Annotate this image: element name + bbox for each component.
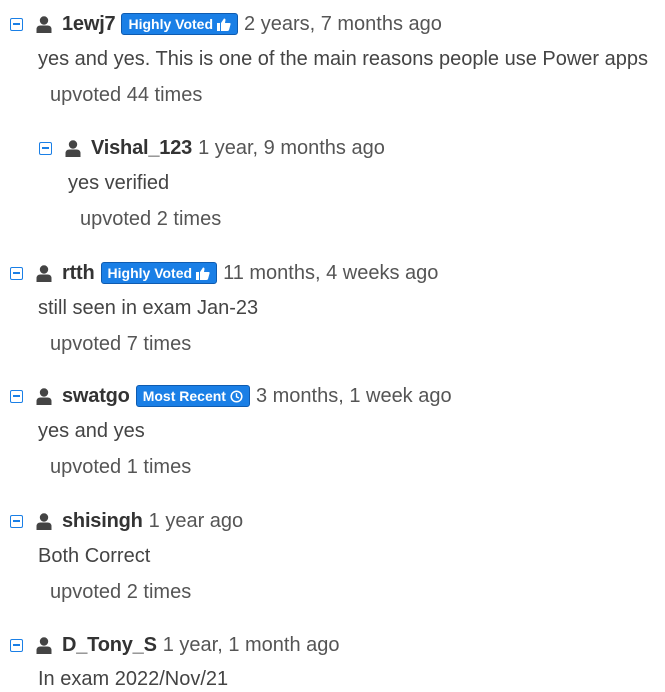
- comment-header: Vishal_123 1 year, 9 months ago: [39, 135, 385, 161]
- upvote-count: upvoted 1 times: [50, 456, 192, 478]
- user-icon: [36, 264, 52, 282]
- user-icon: [65, 139, 81, 157]
- comment-text: Both Correct: [38, 545, 151, 567]
- collapse-toggle-icon[interactable]: [10, 389, 23, 403]
- thumbs-up-icon: [217, 18, 231, 31]
- timestamp: 1 year, 1 month ago: [162, 633, 340, 656]
- comment-header: rtth Highly Voted 11 months, 4 weeks ago: [10, 260, 438, 286]
- username[interactable]: rtth: [62, 262, 95, 285]
- timestamp: 11 months, 4 weeks ago: [223, 261, 439, 284]
- comment: D_Tony_S 1 year, 1 month ago In exam 202…: [10, 632, 340, 692]
- timestamp: 3 months, 1 week ago: [255, 384, 452, 407]
- comment: 1ewj7 Highly Voted 2 years, 7 months ago…: [10, 11, 648, 108]
- comment-header: D_Tony_S 1 year, 1 month ago: [10, 632, 340, 658]
- timestamp: 1 year, 9 months ago: [198, 136, 385, 159]
- upvote-count: upvoted 7 times: [50, 333, 192, 355]
- upvote-count: upvoted 2 times: [80, 208, 222, 230]
- comment-text: yes and yes. This is one of the main rea…: [38, 48, 648, 70]
- comment-text: still seen in exam Jan-23: [38, 297, 259, 319]
- badge-label: Highly Voted: [107, 265, 193, 281]
- timestamp: 1 year ago: [148, 509, 244, 532]
- user-icon: [36, 512, 52, 530]
- username[interactable]: swatgo: [62, 385, 130, 408]
- user-icon: [36, 15, 52, 33]
- comment-header: swatgo Most Recent 3 months, 1 week ago: [10, 383, 452, 409]
- user-icon: [36, 636, 52, 654]
- collapse-toggle-icon[interactable]: [10, 17, 23, 31]
- collapse-toggle-icon[interactable]: [39, 141, 52, 155]
- comment: shisingh 1 year ago Both Correct upvoted…: [10, 508, 243, 605]
- highly-voted-badge: Highly Voted: [100, 262, 218, 284]
- thumbs-up-icon: [196, 267, 210, 280]
- upvote-count: upvoted 2 times: [50, 581, 192, 603]
- highly-voted-badge: Highly Voted: [121, 13, 239, 35]
- collapse-toggle-icon[interactable]: [10, 638, 23, 652]
- username[interactable]: 1ewj7: [62, 13, 116, 36]
- comment-text: In exam 2022/Nov/21: [38, 668, 229, 690]
- comment: rtth Highly Voted 11 months, 4 weeks ago…: [10, 260, 438, 357]
- clock-icon: [230, 389, 243, 403]
- username[interactable]: shisingh: [62, 510, 143, 533]
- comment-text: yes verified: [68, 172, 170, 194]
- username[interactable]: Vishal_123: [91, 137, 192, 160]
- badge-label: Most Recent: [142, 388, 226, 404]
- comment-reply: Vishal_123 1 year, 9 months ago yes veri…: [39, 135, 385, 232]
- comment-header: shisingh 1 year ago: [10, 508, 243, 534]
- username[interactable]: D_Tony_S: [62, 634, 157, 657]
- collapse-toggle-icon[interactable]: [10, 514, 23, 528]
- collapse-toggle-icon[interactable]: [10, 266, 23, 280]
- comment: swatgo Most Recent 3 months, 1 week ago …: [10, 383, 452, 480]
- badge-label: Highly Voted: [128, 16, 214, 32]
- comment-text: yes and yes: [38, 420, 145, 442]
- user-icon: [36, 387, 52, 405]
- comment-header: 1ewj7 Highly Voted 2 years, 7 months ago: [10, 11, 648, 37]
- upvote-count: upvoted 44 times: [50, 84, 203, 106]
- timestamp: 2 years, 7 months ago: [244, 12, 442, 35]
- most-recent-badge: Most Recent: [135, 385, 250, 407]
